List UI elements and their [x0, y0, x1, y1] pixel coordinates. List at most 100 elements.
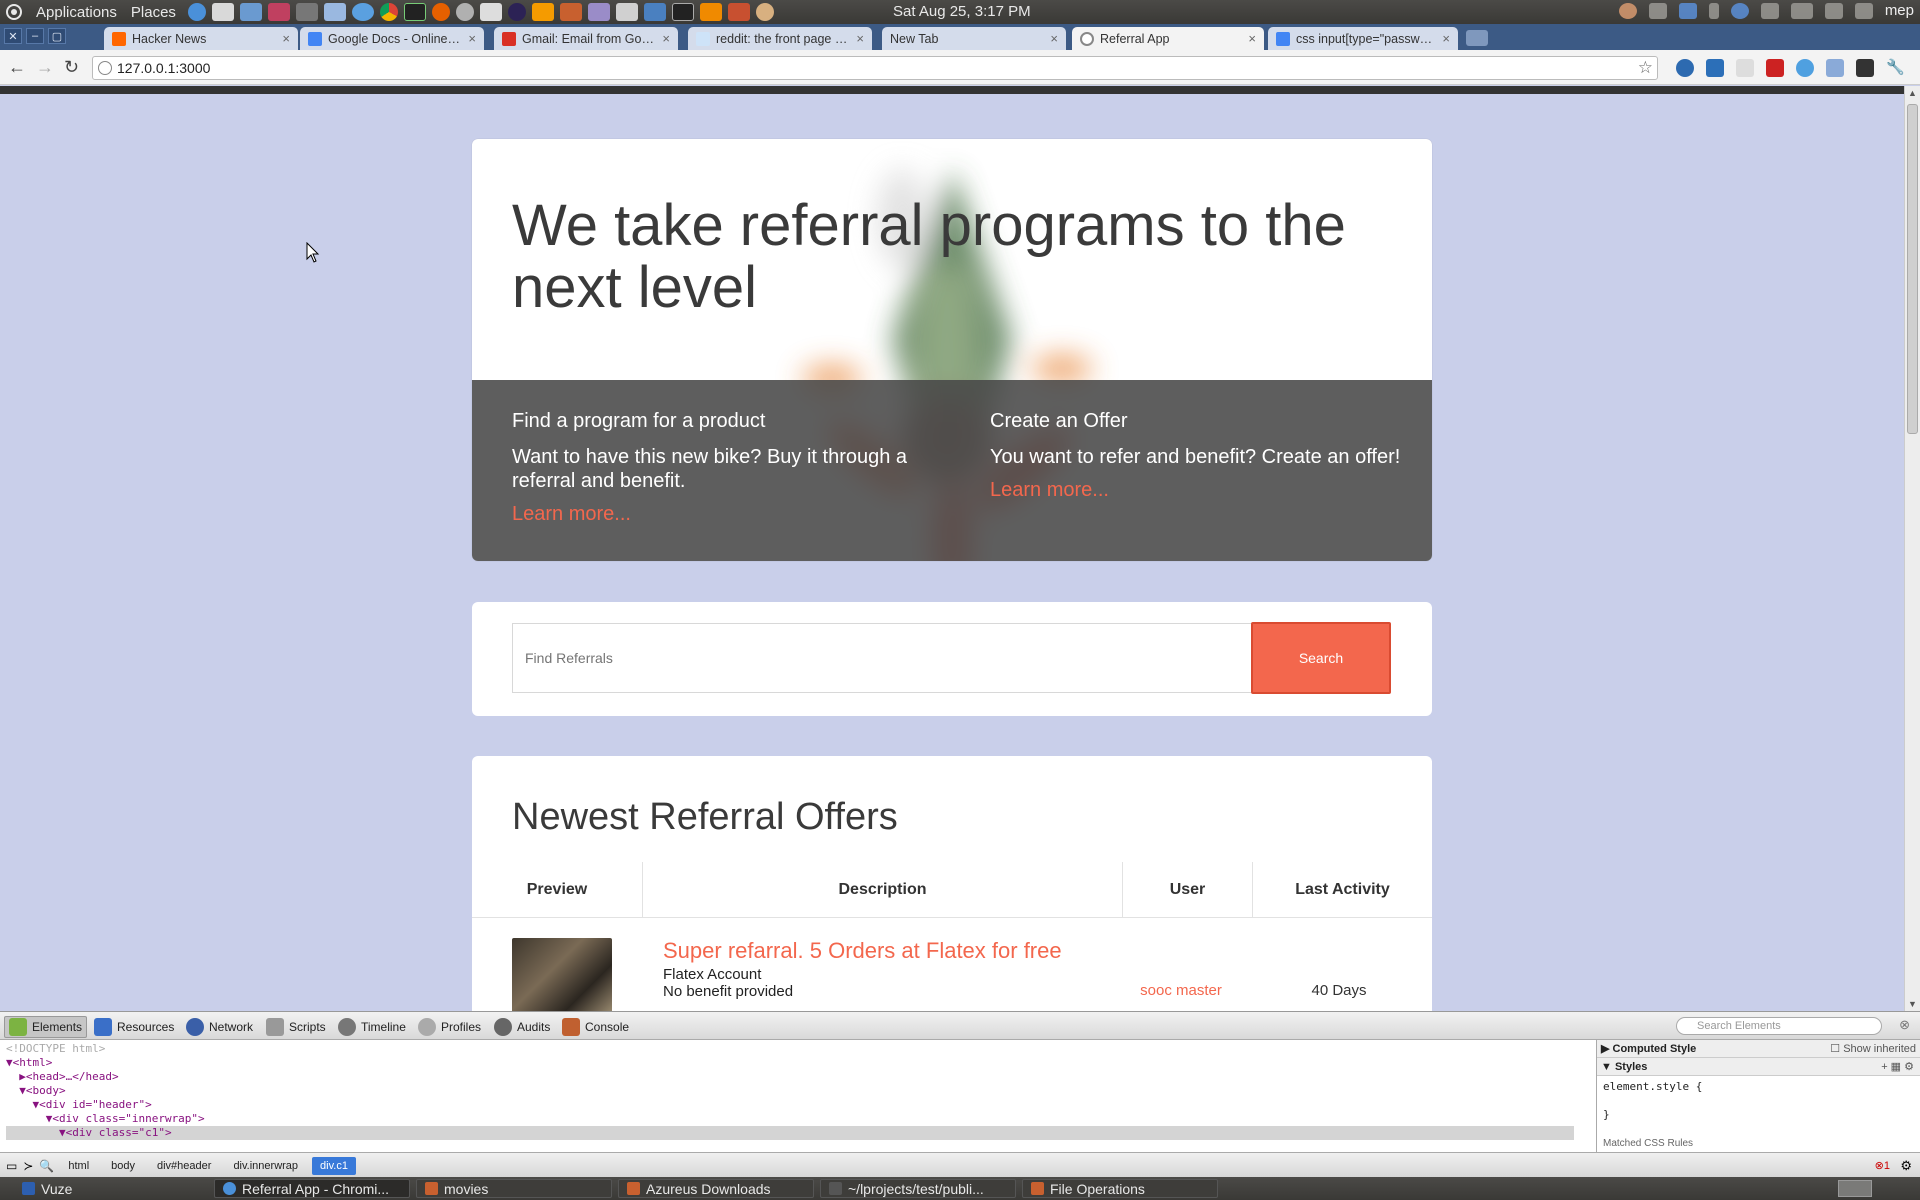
wifi-icon[interactable] — [1824, 2, 1843, 19]
globe-launcher-icon[interactable] — [755, 3, 774, 21]
toolbox-launcher-icon[interactable] — [727, 3, 750, 21]
folder-launcher-icon[interactable] — [559, 3, 582, 21]
tab-close-icon[interactable]: × — [1050, 31, 1058, 46]
terminal-launcher-icon[interactable] — [671, 3, 694, 21]
window-launcher-icon[interactable] — [643, 3, 666, 21]
tab-close-icon[interactable]: × — [282, 31, 290, 46]
search-button[interactable]: Search — [1251, 622, 1391, 694]
chrome-launcher-icon[interactable] — [379, 3, 398, 21]
user-status-icon[interactable] — [1618, 2, 1637, 19]
table-row[interactable]: Super refarral. 5 Orders at Flatex for f… — [472, 918, 1432, 1011]
error-count-badge[interactable]: ⊗1 — [1875, 1159, 1890, 1172]
devtools-tab-scripts[interactable]: Scripts — [262, 1016, 330, 1038]
styles-toolbar-icons[interactable]: + ▦ ⚙ — [1881, 1060, 1914, 1073]
learn-more-link[interactable]: Learn more... — [990, 479, 1109, 501]
bookmark-star-icon[interactable]: ☆ — [1638, 58, 1653, 78]
scroll-down-arrow-icon[interactable]: ▼ — [1908, 999, 1917, 1009]
keyboard-icon[interactable] — [1790, 2, 1813, 19]
editor-launcher-icon[interactable] — [211, 3, 234, 21]
dom-line-selected[interactable]: ▼<div class="c1"> — [6, 1126, 1574, 1140]
offer-user-link[interactable]: sooc master — [1106, 982, 1256, 999]
tab-referral-app[interactable]: Referral App × — [1072, 27, 1264, 50]
taskbar-item-movies[interactable]: movies — [416, 1179, 612, 1198]
dom-line[interactable]: ▼<html> — [6, 1056, 1574, 1070]
cloud-launcher-icon[interactable] — [351, 3, 374, 21]
tab-close-icon[interactable]: × — [1442, 31, 1450, 46]
tool-launcher-icon[interactable] — [239, 3, 262, 21]
taskbar-item-azureus-downloads[interactable]: Azureus Downloads — [618, 1179, 814, 1198]
breadcrumb-html[interactable]: html — [60, 1157, 97, 1175]
forward-arrow-icon[interactable]: → — [36, 57, 54, 78]
taskbar-item-terminal[interactable]: ~/lprojects/test/publi... — [820, 1179, 1016, 1198]
extension-k-icon[interactable] — [1706, 59, 1724, 77]
page-info-icon[interactable] — [98, 61, 112, 75]
dropbox-icon[interactable] — [1678, 2, 1697, 19]
learn-more-link[interactable]: Learn more... — [512, 503, 631, 525]
offer-title-link[interactable]: Super refarral. 5 Orders at Flatex for f… — [663, 938, 1062, 964]
dom-line[interactable]: ▼<div class="innerwrap"> — [6, 1112, 1574, 1126]
extension-window-icon[interactable] — [1826, 59, 1844, 77]
dom-line[interactable]: <!DOCTYPE html> — [6, 1042, 1574, 1056]
wrench-menu-icon[interactable]: 🔧 — [1886, 58, 1905, 76]
styles-header[interactable]: ▼ Styles + ▦ ⚙ — [1597, 1058, 1920, 1076]
computed-style-header[interactable]: ▶ Computed Style ☐ Show inherited — [1597, 1040, 1920, 1058]
gear-launcher-icon[interactable] — [531, 3, 554, 21]
url-text[interactable]: 127.0.0.1:3000 — [117, 60, 210, 76]
chat-icon[interactable] — [1854, 2, 1873, 19]
image-launcher-icon[interactable] — [267, 3, 290, 21]
tab-close-icon[interactable]: × — [468, 31, 476, 46]
devtools-settings-gear-icon[interactable]: ⚙ — [1900, 1158, 1912, 1174]
chrome-tray-icon[interactable] — [1730, 2, 1749, 19]
matched-css-rules[interactable]: Matched CSS Rules — [1603, 1138, 1693, 1149]
devtools-tab-network[interactable]: Network — [182, 1016, 257, 1038]
ghost-launcher-icon[interactable] — [587, 3, 610, 21]
address-bar[interactable]: 127.0.0.1:3000 ☆ — [92, 56, 1658, 80]
reload-icon[interactable]: ↻ — [64, 57, 79, 78]
show-inherited-checkbox[interactable]: ☐ Show inherited — [1830, 1042, 1916, 1055]
element-style-rule[interactable]: element.style { } — [1597, 1076, 1920, 1126]
page-scrollbar[interactable]: ▲ ▼ — [1904, 86, 1920, 1011]
taskbar-item-referral-app[interactable]: Referral App - Chromi... — [214, 1179, 410, 1198]
monitor-launcher-icon[interactable] — [403, 3, 426, 21]
extension-i-icon[interactable] — [1736, 59, 1754, 77]
back-arrow-icon[interactable]: ← — [8, 57, 26, 78]
vlc-launcher-icon[interactable] — [699, 3, 722, 21]
offer-preview-image[interactable] — [512, 938, 612, 1011]
extension-dark-icon[interactable] — [1856, 59, 1874, 77]
devtools-close-icon[interactable]: ⊗ — [1899, 1017, 1910, 1033]
chromium-launcher-icon[interactable] — [187, 3, 206, 21]
window-maximize-icon[interactable]: ▢ — [48, 28, 66, 44]
column-header-last-activity[interactable]: Last Activity — [1252, 862, 1432, 918]
printer-launcher-icon[interactable] — [479, 3, 502, 21]
tab-google-docs[interactable]: Google Docs - Online docu × — [300, 27, 484, 50]
breadcrumb-div-c1[interactable]: div.c1 — [312, 1156, 356, 1175]
firefox-launcher-icon[interactable] — [431, 3, 450, 21]
inspect-search-icon[interactable]: 🔍 — [39, 1159, 54, 1173]
settings-launcher-icon[interactable] — [455, 3, 474, 21]
devtools-tab-timeline[interactable]: Timeline — [334, 1016, 410, 1038]
tab-hacker-news[interactable]: Hacker News × — [104, 27, 298, 50]
devtools-tab-console[interactable]: Console — [558, 1016, 633, 1038]
network-tray-icon[interactable] — [1760, 2, 1779, 19]
tab-gmail[interactable]: Gmail: Email from Google × — [494, 27, 678, 50]
breadcrumb-body[interactable]: body — [103, 1157, 143, 1175]
find-referrals-input[interactable] — [512, 623, 1252, 693]
new-tab-button[interactable] — [1466, 30, 1488, 46]
user-name[interactable]: mep — [1885, 2, 1914, 19]
console-toggle-icon[interactable]: ≻ — [23, 1159, 33, 1173]
devtools-tab-elements[interactable]: Elements — [4, 1016, 88, 1038]
calendar-launcher-icon[interactable] — [615, 3, 638, 21]
eclipse-launcher-icon[interactable] — [507, 3, 526, 21]
tab-new-tab[interactable]: New Tab × — [882, 27, 1066, 50]
extension-gear-icon[interactable] — [1796, 59, 1814, 77]
scrollbar-thumb[interactable] — [1907, 104, 1918, 434]
menu-applications[interactable]: Applications — [36, 4, 117, 21]
extension-k-red-icon[interactable] — [1766, 59, 1784, 77]
menu-places[interactable]: Places — [131, 4, 176, 21]
ubuntu-logo-icon[interactable] — [6, 4, 22, 20]
clock[interactable]: Sat Aug 25, 3:17 PM — [893, 3, 1031, 20]
breadcrumb-div-header[interactable]: div#header — [149, 1157, 219, 1175]
breadcrumb-div-innerwrap[interactable]: div.innerwrap — [225, 1157, 306, 1175]
tab-reddit[interactable]: reddit: the front page of t × — [688, 27, 872, 50]
tab-css-search[interactable]: css input[type="password × — [1268, 27, 1458, 50]
